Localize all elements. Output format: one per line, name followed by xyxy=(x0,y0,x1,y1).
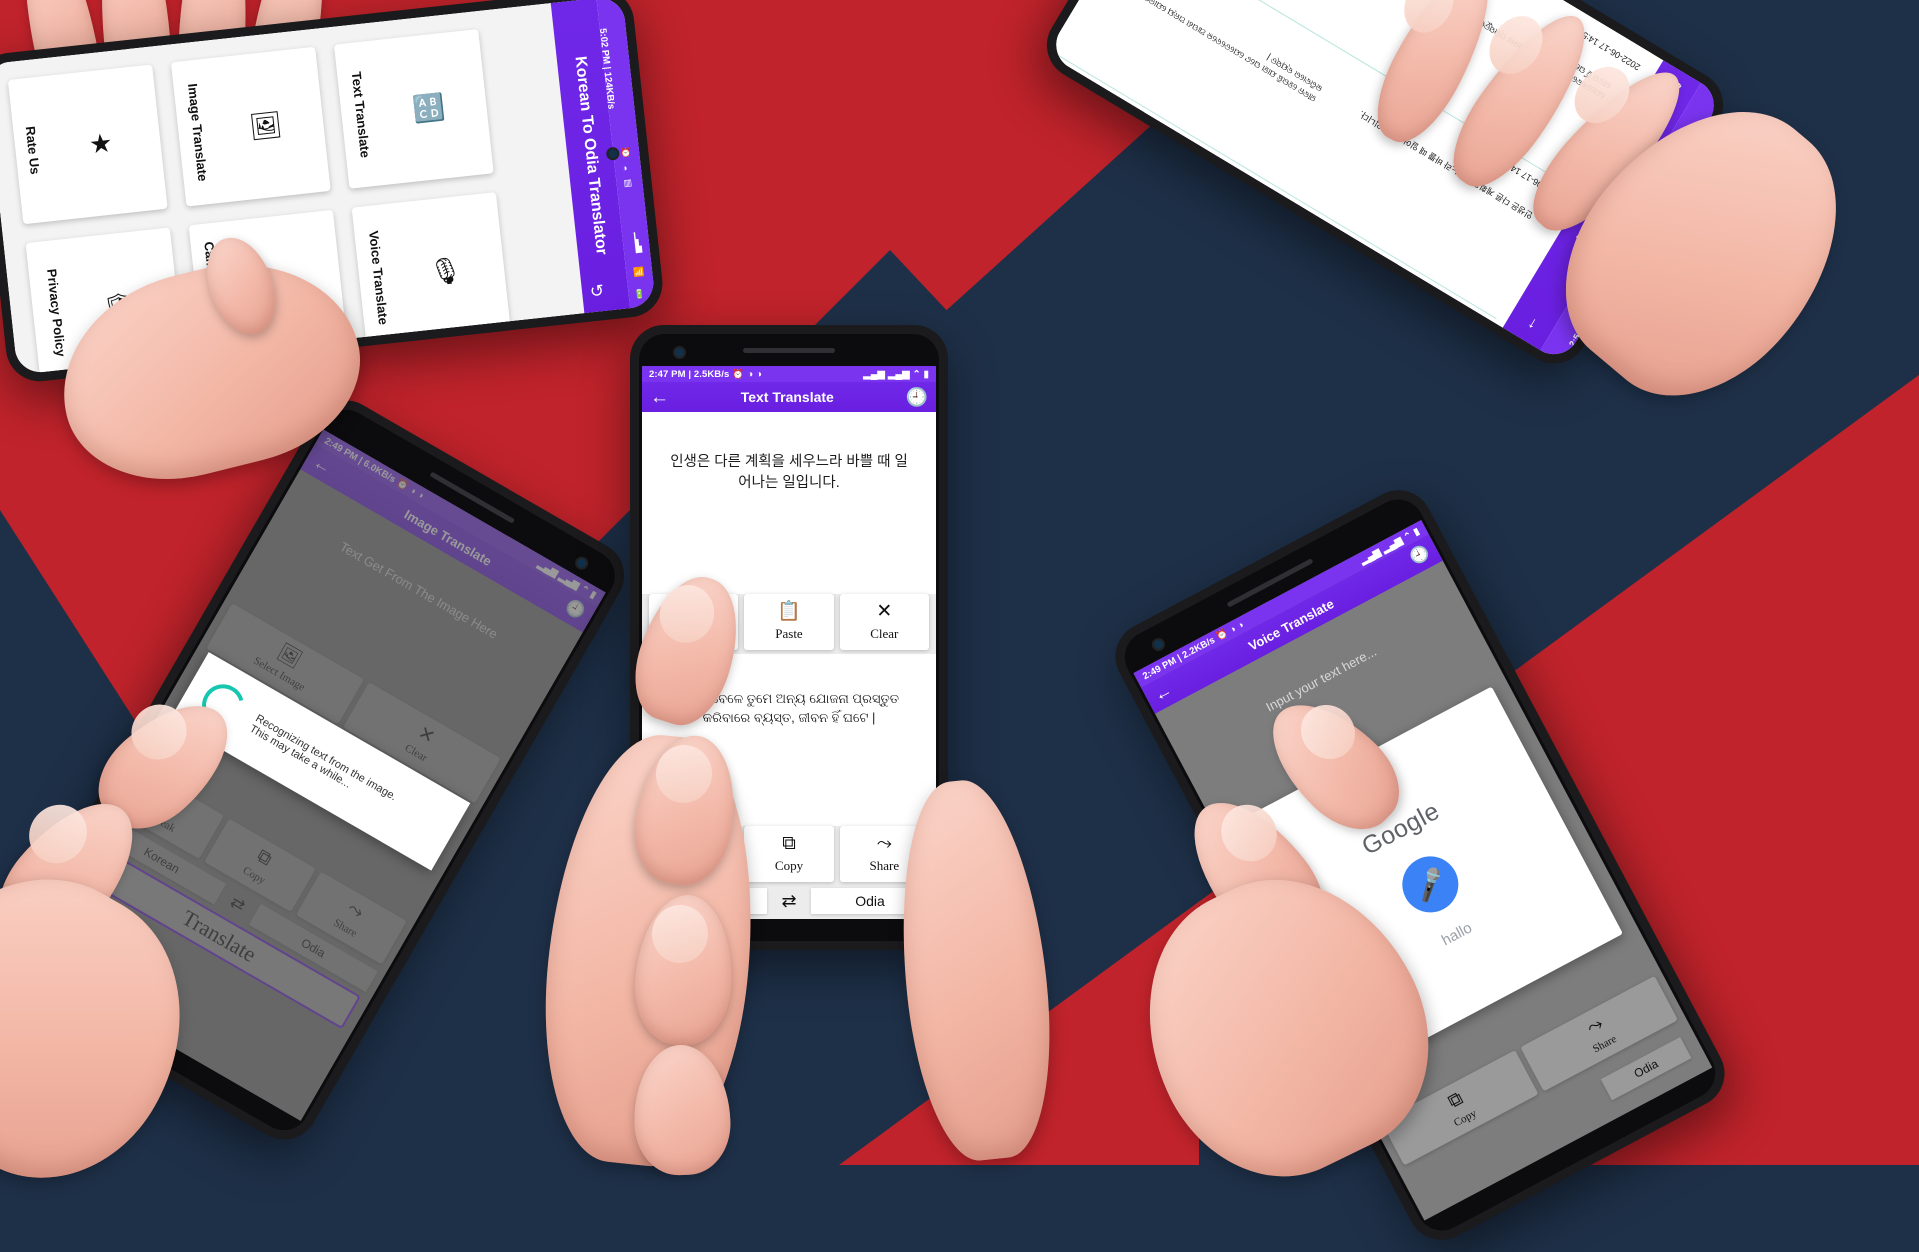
alarm-icon: ⏰ xyxy=(619,147,633,159)
dnd-icon: ◑ xyxy=(747,368,754,380)
hand-bottom-left xyxy=(0,681,380,1221)
target-language-value: Odia xyxy=(1631,1056,1661,1081)
wifi-icon: ⌃ xyxy=(912,368,921,380)
menu-label: Text Translate xyxy=(348,70,374,159)
dnd-icon: ◑ xyxy=(1235,618,1246,632)
dnd-icon: ◑ xyxy=(756,368,763,380)
front-camera xyxy=(1152,638,1165,651)
appbar-title: Text Translate xyxy=(740,389,834,405)
clear-button[interactable]: ✕ Clear xyxy=(839,594,929,650)
menu-label: Image Translate xyxy=(184,82,211,183)
sim-icon: ▥ xyxy=(623,177,633,189)
close-icon: ✕ xyxy=(876,601,893,622)
earpiece-speaker xyxy=(743,348,835,353)
target-language-value: Odia xyxy=(855,893,885,909)
source-text-area[interactable]: 인생은 다른 계획을 세우느라 바쁠 때 일어나는 일입니다. xyxy=(642,412,936,594)
source-text: 인생은 다른 계획을 세우느라 바쁠 때 일어나는 일입니다. xyxy=(670,454,908,492)
alarm-icon: ⏰ xyxy=(732,368,745,380)
menu-label: Rate Us xyxy=(22,125,43,176)
menu-card-text-translate[interactable]: Text Translate 🔠 xyxy=(333,29,494,189)
dnd-icon: ◑ xyxy=(621,162,628,174)
button-label: Clear xyxy=(870,626,899,641)
clipboard-icon: 📋 xyxy=(777,601,801,622)
battery-icon: ▮ xyxy=(1411,525,1422,538)
wifi-icon: ⌃ xyxy=(1401,529,1415,543)
signal-icon: ▂▄▆ xyxy=(863,368,885,380)
share-icon: ⤳ xyxy=(876,833,892,854)
hand-top-left-palm xyxy=(40,228,440,510)
history-icon[interactable]: 🕘 xyxy=(906,388,928,406)
menu-card-image-translate[interactable]: Image Translate 🖼 xyxy=(170,46,331,207)
signal-icon: ▁▃▅ xyxy=(633,231,647,254)
history-icon[interactable]: ↺ xyxy=(589,281,605,302)
signal-icon: ▂▄▆ xyxy=(887,368,910,380)
battery-icon: 🔋 xyxy=(633,288,646,300)
statusbar: 2:47 PM | 2.5KB/s ⏰ ◑ ◑ ▂▄▆ ▂▄▆ ⌃ ▮ xyxy=(642,366,936,382)
status-time-speed: 2:47 PM | 2.5KB/s xyxy=(649,368,730,380)
copy-icon: ⧉ xyxy=(782,833,796,854)
image-icon: 🖼 xyxy=(247,108,284,142)
hand-bottom-right xyxy=(1100,681,1470,1215)
share-icon: ⤳ xyxy=(1583,1013,1607,1039)
hand-center-right xyxy=(885,760,1065,1167)
appbar: ← Text Translate 🕘 xyxy=(642,382,936,412)
front-camera xyxy=(575,556,588,570)
hand-top-right xyxy=(1359,0,1890,439)
hand-center xyxy=(528,564,780,1177)
menu-card-rate-us[interactable]: Rate Us ★ xyxy=(7,64,168,225)
button-label: Share xyxy=(869,858,900,873)
back-arrow-icon[interactable]: ← xyxy=(650,388,669,407)
battery-icon: ▮ xyxy=(923,368,929,380)
translate-icon: 🔠 xyxy=(411,90,447,124)
star-icon: ★ xyxy=(87,126,114,160)
history-icon[interactable]: 🕘 xyxy=(1407,543,1433,567)
front-camera xyxy=(675,348,684,357)
wifi-icon: 📶 xyxy=(632,266,645,278)
